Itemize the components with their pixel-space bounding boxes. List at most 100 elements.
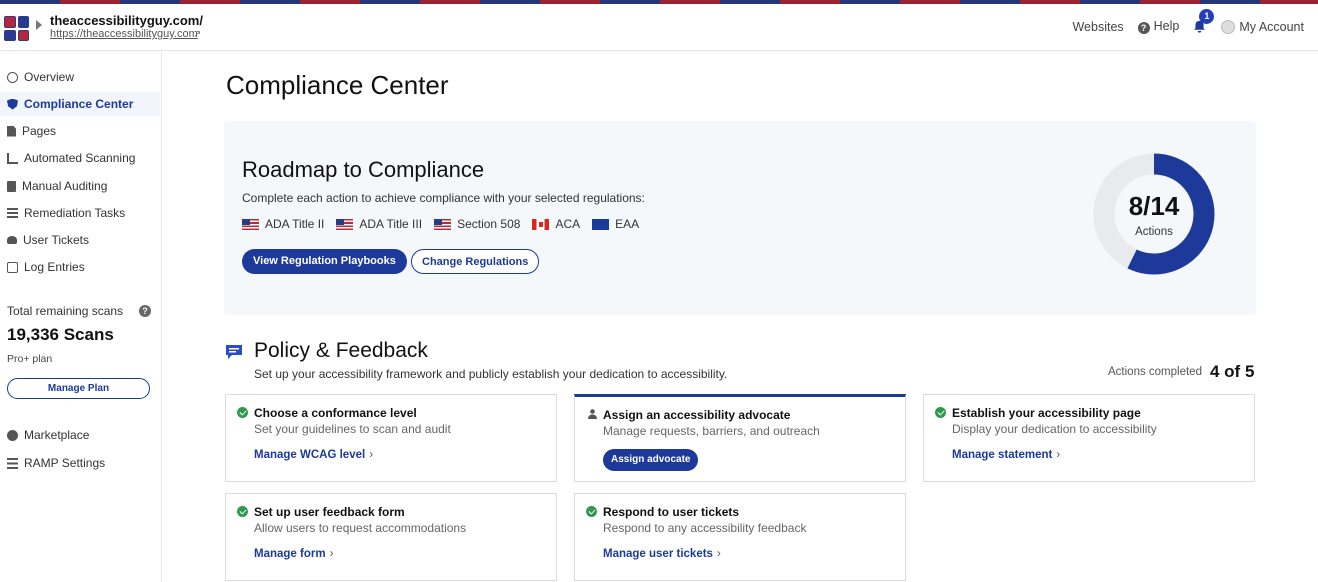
canada-flag-icon <box>532 218 550 230</box>
check-circle-icon <box>237 506 248 517</box>
us-flag-icon <box>242 218 259 230</box>
sidebar-item-label: Overview <box>24 70 75 84</box>
sidebar-item-manual-auditing[interactable]: Manual Auditing <box>0 174 160 198</box>
link-label: Manage statement <box>952 449 1053 461</box>
chevron-right-icon: › <box>369 449 374 461</box>
check-circle-icon <box>237 407 248 418</box>
regulation-label: ADA Title II <box>265 217 325 231</box>
sidebar-item-pages[interactable]: Pages <box>0 119 160 143</box>
card-title: Respond to user tickets <box>603 505 740 519</box>
help-link[interactable]: ? Help <box>1137 19 1179 34</box>
site-url-link[interactable]: https://theaccessibilityguy.com <box>50 28 198 40</box>
notification-count-badge: 1 <box>1199 8 1215 24</box>
external-link-icon[interactable]: ↗ <box>193 29 201 40</box>
manage-wcag-level-link[interactable]: Manage WCAG level › <box>254 449 373 461</box>
plan-name: Pro+ plan <box>7 353 53 365</box>
log-icon <box>7 261 18 273</box>
top-bar: theaccessibilityguy.com/ https://theacce… <box>0 4 1318 51</box>
sidebar-item-remediation-tasks[interactable]: Remediation Tasks <box>0 201 160 225</box>
top-nav: Websites ? Help 1 My Account <box>1072 8 1304 34</box>
regulation-item: ADA Title II <box>242 217 324 231</box>
link-label: Manage user tickets <box>603 548 713 560</box>
sidebar-item-marketplace[interactable]: Marketplace <box>0 423 160 447</box>
link-label: Manage form <box>254 548 326 560</box>
person-icon <box>588 409 597 419</box>
roadmap-description: Complete each action to achieve complian… <box>242 191 645 205</box>
my-account-label: My Account <box>1239 19 1304 34</box>
regulation-item: Section 508 <box>434 217 520 231</box>
regulation-item: EAA <box>592 217 639 231</box>
document-icon <box>7 125 16 137</box>
card-subtitle: Allow users to request accommodations <box>254 521 467 535</box>
sidebar-item-automated-scanning[interactable]: Automated Scanning <box>0 146 160 170</box>
expand-caret-icon[interactable] <box>36 20 42 30</box>
sidebar-item-label: Log Entries <box>24 260 85 274</box>
regulation-item: ADA Title III <box>336 217 422 231</box>
chat-message-icon <box>226 345 242 359</box>
sidebar-item-ramp-settings[interactable]: RAMP Settings <box>0 451 160 475</box>
chart-icon <box>7 152 18 164</box>
scans-info-icon[interactable]: ? <box>139 305 151 317</box>
progress-label: Actions <box>1135 226 1173 238</box>
plus-circle-icon <box>7 429 18 441</box>
regulation-label: EAA <box>615 217 640 231</box>
card-subtitle: Manage requests, barriers, and outreach <box>603 424 820 438</box>
action-card-conformance: Choose a conformance level Set your guid… <box>225 394 557 482</box>
action-card-accessibility-page: Establish your accessibility page Displa… <box>923 394 1255 482</box>
change-regulations-button[interactable]: Change Regulations <box>411 249 540 274</box>
card-subtitle: Display your dedication to accessibility <box>952 422 1157 436</box>
check-circle-icon <box>935 407 946 418</box>
card-subtitle: Respond to any accessibility feedback <box>603 521 807 535</box>
sidebar-item-label: User Tickets <box>23 233 90 247</box>
sliders-icon <box>7 457 18 469</box>
section-title: Policy & Feedback <box>254 339 428 362</box>
card-title: Establish your accessibility page <box>952 406 1141 420</box>
help-icon: ? <box>1137 22 1150 34</box>
my-account-link[interactable]: My Account <box>1221 19 1304 34</box>
regulation-label: ACA <box>555 217 581 231</box>
roadmap-title: Roadmap to Compliance <box>242 157 485 182</box>
websites-link[interactable]: Websites <box>1072 20 1123 34</box>
eu-flag-icon <box>592 218 610 230</box>
manage-statement-link[interactable]: Manage statement › <box>952 449 1060 461</box>
sidebar-item-log-entries[interactable]: Log Entries <box>0 255 160 279</box>
assign-advocate-button[interactable]: Assign advocate <box>603 449 699 471</box>
actions-completed-label: Actions completed <box>1108 366 1202 378</box>
manage-form-link[interactable]: Manage form › <box>254 548 333 560</box>
progress-value: 8/14 <box>1128 191 1180 221</box>
card-subtitle: Set your guidelines to scan and audit <box>254 422 451 436</box>
regulation-item: ACA <box>532 217 580 231</box>
view-regulation-playbooks-button[interactable]: View Regulation Playbooks <box>242 249 407 274</box>
sidebar: Overview Compliance Center Pages Automat… <box>0 52 162 582</box>
sidebar-item-label: Remediation Tasks <box>24 206 126 220</box>
chevron-right-icon: › <box>329 548 334 560</box>
task-list-icon <box>7 207 18 219</box>
sidebar-item-label: Automated Scanning <box>24 151 136 165</box>
sidebar-item-label: RAMP Settings <box>24 456 106 470</box>
manage-user-tickets-link[interactable]: Manage user tickets › <box>603 548 721 560</box>
actions-completed-value: 4 of 5 <box>1210 362 1255 381</box>
regulation-label: ADA Title III <box>359 217 423 231</box>
chevron-right-icon: › <box>1056 449 1061 461</box>
sidebar-item-user-tickets[interactable]: User Tickets <box>0 228 160 252</box>
card-title: Set up user feedback form <box>254 505 405 519</box>
card-title: Assign an accessibility advocate <box>603 408 791 422</box>
regulation-list: ADA Title II ADA Title III Section 508 A… <box>242 217 639 231</box>
progress-donut: 8/14 Actions <box>1093 153 1215 275</box>
sidebar-item-label: Marketplace <box>24 428 90 442</box>
notifications-button[interactable]: 1 <box>1193 8 1215 34</box>
sidebar-item-overview[interactable]: Overview <box>0 65 160 89</box>
sidebar-item-compliance-center[interactable]: Compliance Center <box>0 92 160 116</box>
regulation-label: Section 508 <box>457 217 521 231</box>
scans-remaining-title: Total remaining scans <box>7 304 124 318</box>
link-label: Manage WCAG level <box>254 449 366 461</box>
page-title: Compliance Center <box>226 70 449 100</box>
sidebar-item-label: Pages <box>22 124 57 138</box>
scans-remaining-value: 19,336 Scans <box>7 325 114 344</box>
manage-plan-button[interactable]: Manage Plan <box>7 378 150 399</box>
action-card-advocate: Assign an accessibility advocate Manage … <box>574 394 906 482</box>
users-icon <box>7 236 17 244</box>
action-card-user-tickets: Respond to user tickets Respond to any a… <box>574 493 906 581</box>
logo-icon[interactable] <box>4 16 29 41</box>
card-title: Choose a conformance level <box>254 406 417 420</box>
